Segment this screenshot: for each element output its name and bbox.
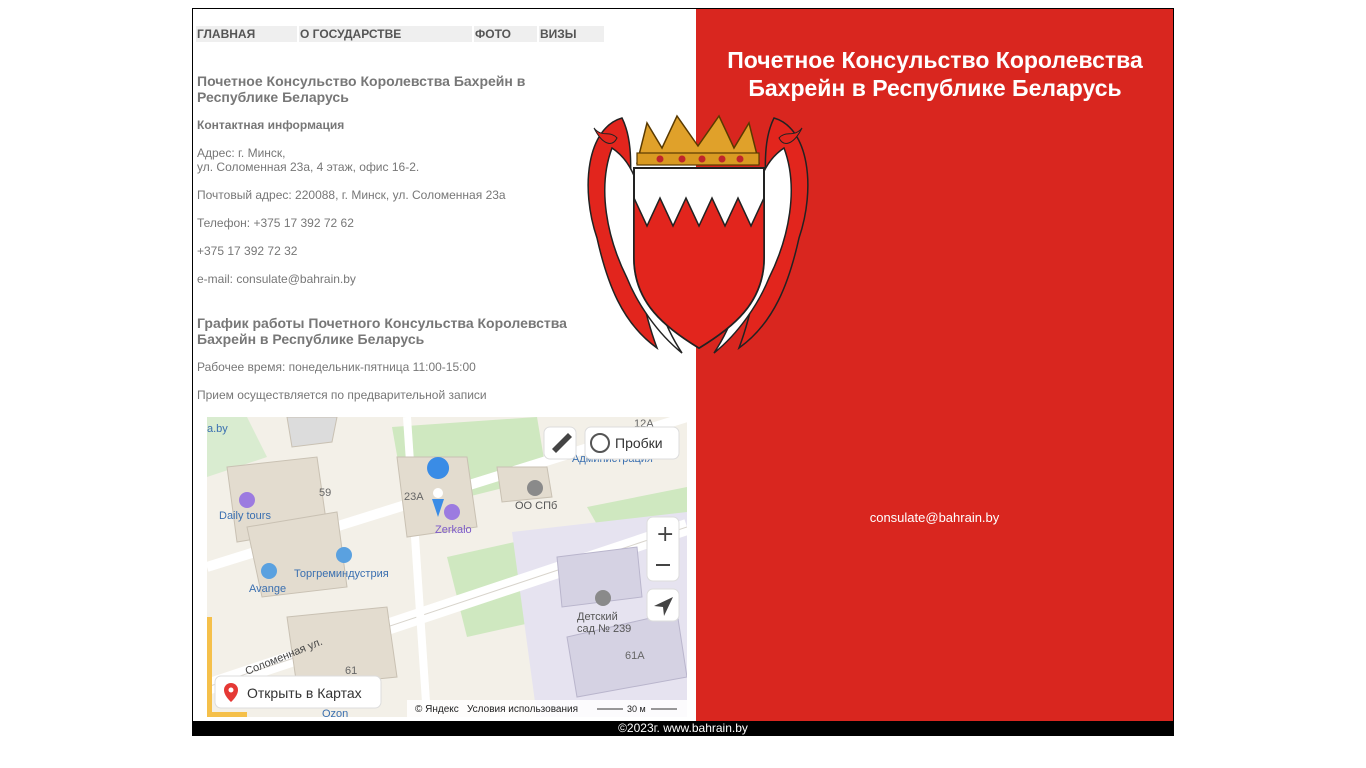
- house-number: 59: [319, 487, 331, 499]
- place-label: Ozon: [322, 708, 348, 717]
- daily-tours-icon: [239, 492, 255, 508]
- open-in-maps-label: Открыть в Картах: [247, 685, 362, 701]
- nav-item-home[interactable]: ГЛАВНАЯ: [196, 26, 297, 42]
- place-label: a.by: [207, 423, 228, 435]
- scale-label: 30 м: [627, 704, 646, 714]
- footer: ©2023г. www.bahrain.by: [192, 721, 1174, 736]
- email-link[interactable]: consulate@bahrain.by: [236, 272, 356, 286]
- place-label: Детский: [577, 611, 618, 623]
- plus-icon: +: [656, 522, 674, 547]
- address-line-1: Адрес: г. Минск,: [197, 146, 286, 160]
- page-title: Почетное Консульство Королевства Бахрейн…: [197, 73, 526, 105]
- house-number: 61: [345, 665, 357, 677]
- place-label: сад № 239: [577, 623, 631, 635]
- traffic-label: Пробки: [615, 435, 663, 451]
- working-hours: Рабочее время: понедельник-пятница 11:00…: [197, 360, 476, 374]
- minus-icon: [656, 564, 670, 566]
- address-line-2: ул. Соломенная 23а, 4 этаж, офис 16-2.: [197, 160, 420, 174]
- salon-icon: [444, 504, 460, 520]
- place-label: Avange: [249, 583, 286, 595]
- main-content: Почетное Консульство Королевства Бахрейн…: [197, 73, 597, 402]
- place-label: Торгреминдустрия: [294, 568, 389, 580]
- location-pin-icon: [427, 457, 450, 479]
- right-panel-title: Почетное Консульство Королевства Бахрейн…: [727, 47, 1143, 101]
- phone-secondary: +375 17 392 72 32: [197, 244, 298, 258]
- contact-heading: Контактная информация: [197, 118, 345, 132]
- clothing-icon: [261, 563, 277, 579]
- organization-icon: [527, 480, 543, 496]
- nav-item-about-state[interactable]: О ГОСУДАРСТВЕ: [299, 26, 472, 42]
- coat-of-arms-emblem: [587, 114, 809, 354]
- nav-item-photo[interactable]: ФОТО: [474, 26, 537, 42]
- right-panel-email[interactable]: consulate@bahrain.by: [696, 510, 1173, 525]
- yandex-map[interactable]: Daily tours Торгреминдустрия Avange Zerk…: [207, 417, 687, 717]
- yandex-copyright[interactable]: © Яндекс: [415, 704, 459, 715]
- shop-icon: [336, 547, 352, 563]
- email-label: e-mail:: [197, 272, 237, 286]
- terms-link[interactable]: Условия использования: [467, 704, 578, 715]
- kindergarten-icon: [595, 590, 611, 606]
- place-label: ОО СПб: [515, 500, 557, 512]
- house-number: 23А: [404, 491, 424, 503]
- nav-item-visas[interactable]: ВИЗЫ: [539, 26, 604, 42]
- phone-primary: Телефон: +375 17 392 72 62: [197, 216, 354, 230]
- place-label: Zerkalo: [435, 524, 472, 536]
- top-navigation: ГЛАВНАЯ О ГОСУДАРСТВЕ ФОТО ВИЗЫ: [196, 26, 604, 42]
- appointment-note: Прием осуществляется по предварительной …: [197, 388, 487, 402]
- email-line: e-mail: consulate@bahrain.by: [197, 272, 597, 286]
- schedule-title: График работы Почетного Консульства Коро…: [197, 315, 567, 347]
- house-number: 61А: [625, 650, 645, 662]
- map-canvas[interactable]: Daily tours Торгреминдустрия Avange Zerk…: [207, 417, 687, 717]
- footer-copyright: ©2023г. www.bahrain.by: [618, 721, 748, 735]
- place-label: Daily tours: [219, 510, 271, 522]
- postal-address: Почтовый адрес: 220088, г. Минск, ул. Со…: [197, 188, 506, 202]
